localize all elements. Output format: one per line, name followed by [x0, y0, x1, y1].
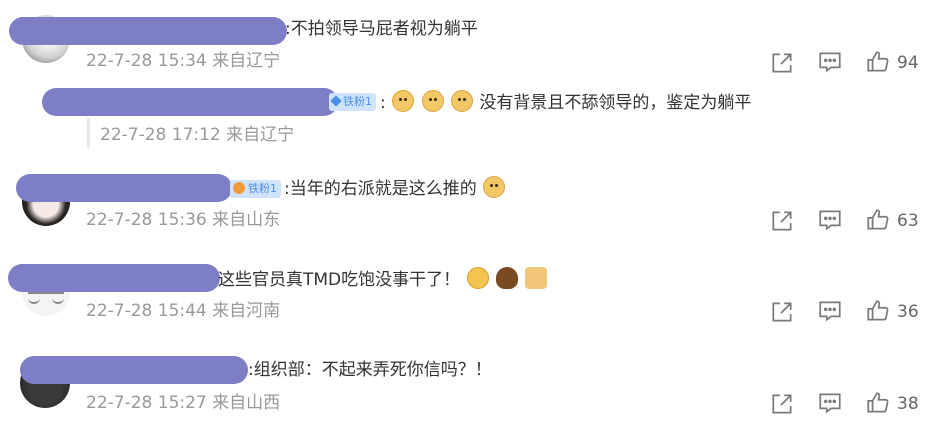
share-icon[interactable] [769, 299, 795, 325]
comment-meta: 22-7-28 15:27 来自山西 [86, 393, 281, 413]
badge-label: 铁粉1 [248, 182, 277, 195]
doge-emoji [392, 90, 415, 112]
poop-emoji [495, 267, 518, 289]
comment-meta: 22-7-28 17:12 来自辽宁 [100, 125, 295, 145]
doge-emoji [483, 176, 506, 198]
redacted-username[interactable] [42, 88, 338, 116]
doge-emoji [450, 90, 473, 112]
reply-indent-bar [87, 118, 90, 148]
like-count: 94 [897, 53, 919, 73]
comment-text: :当年的右派就是这么推的 [284, 179, 477, 199]
diamond-icon [330, 95, 342, 107]
thumbs-up-icon[interactable] [865, 49, 891, 75]
comment-icon[interactable] [817, 49, 843, 75]
comment-meta: 22-7-28 15:44 来自河南 [86, 301, 281, 321]
like-count: 36 [897, 302, 919, 322]
comment-text: :组织部：不起来弄死你信吗？！ [248, 360, 492, 380]
redacted-username[interactable] [16, 174, 232, 202]
scale-pan [52, 296, 64, 304]
scale-pan [28, 296, 40, 304]
thumbs-up-icon[interactable] [865, 298, 891, 324]
comment-icon[interactable] [817, 298, 843, 324]
redacted-username[interactable] [8, 264, 220, 292]
fan-badge: 铁粉1 [329, 93, 376, 111]
scale-icon [28, 292, 64, 294]
badge-label: 铁粉1 [343, 95, 372, 108]
redacted-username[interactable] [9, 17, 287, 45]
share-icon[interactable] [769, 208, 795, 234]
share-icon[interactable] [769, 50, 795, 76]
crying-face-emoji [466, 267, 489, 289]
share-icon[interactable] [769, 391, 795, 417]
comment-text-wrap: :当年的右派就是这么推的 [284, 176, 506, 201]
comment-text: 没有背景且不舔领导的，鉴定为躺平 [479, 93, 752, 113]
like-count: 63 [897, 211, 919, 231]
comment-meta: 22-7-28 15:36 来自山东 [86, 210, 281, 230]
like-count: 38 [897, 394, 919, 414]
comment-text: 这些官员真TMD吃饱没事干了！ [218, 270, 461, 290]
comment-text-wrap: 这些官员真TMD吃饱没事干了！ [218, 267, 548, 292]
fan-avatar-icon [233, 182, 245, 194]
comment-text: :不拍领导马屁者视为躺平 [285, 19, 478, 39]
comment-text-wrap: : 没有背景且不舔领导的，鉴定为躺平 [380, 90, 751, 115]
doge-emoji [421, 90, 444, 112]
comment-meta: 22-7-28 15:34 来自辽宁 [86, 51, 281, 71]
thumbs-down-emoji [525, 267, 548, 289]
comment-prefix: : [380, 93, 386, 113]
thumbs-up-icon[interactable] [865, 207, 891, 233]
fan-badge: 铁粉1 [230, 180, 281, 198]
redacted-username[interactable] [20, 356, 248, 384]
comment-icon[interactable] [817, 207, 843, 233]
thumbs-up-icon[interactable] [865, 390, 891, 416]
comment-icon[interactable] [817, 390, 843, 416]
